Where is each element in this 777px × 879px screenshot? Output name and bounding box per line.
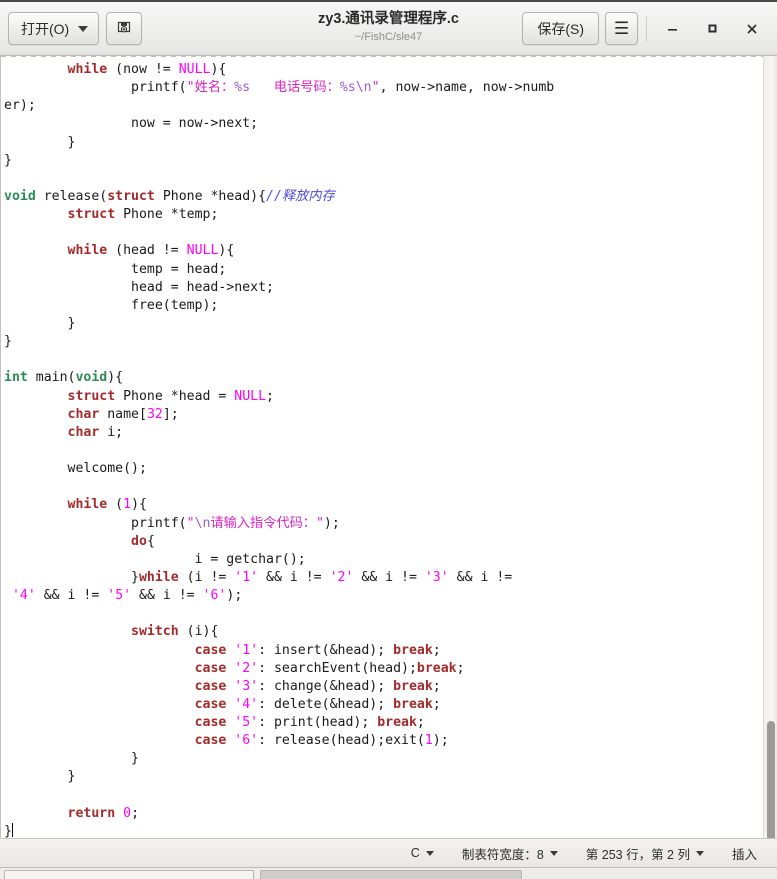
tab-width-label: 制表符宽度：8 xyxy=(461,847,544,862)
open-button[interactable]: 打开(O) xyxy=(8,12,100,45)
desktop-taskbar xyxy=(0,867,777,879)
close-button[interactable] xyxy=(735,12,769,46)
code-line: '4' && i != '5' && i != '6'); xyxy=(11,588,243,604)
code-line: struct Phone *head = NULL; xyxy=(67,388,274,404)
code-line: do{ xyxy=(131,533,155,549)
code-line: switch (i){ xyxy=(131,624,219,640)
code-line: now = now->next; xyxy=(4,116,259,132)
page-title: zy3.通讯录管理程序.c xyxy=(318,11,459,28)
code-line: head = head->next; xyxy=(4,279,274,295)
code-line: return 0; xyxy=(67,805,140,821)
code-line: case '3': change(&head); break; xyxy=(194,678,441,694)
language-selector[interactable]: C xyxy=(397,846,448,860)
taskbar-window-button[interactable] xyxy=(4,870,254,879)
code-line: i = getchar(); xyxy=(4,551,306,567)
language-label: C xyxy=(410,846,420,860)
status-bar: C 制表符宽度：8 第 253 行，第 2 列 插入 xyxy=(0,838,777,867)
cursor-position-selector[interactable]: 第 253 行，第 2 列 xyxy=(572,844,718,863)
open-button-label: 打开(O) xyxy=(21,20,70,37)
code-line: } xyxy=(4,152,12,168)
editor-area[interactable]: while (now != NULL){ printf("姓名：%s 电话号码：… xyxy=(0,56,777,838)
page-subtitle: ~/FishC/sle47 xyxy=(354,31,423,44)
save-as-icon xyxy=(116,19,132,38)
code-line: }while (i != '1' && i != '2' && i != '3'… xyxy=(4,569,513,585)
hamburger-menu-button[interactable]: ☰ xyxy=(605,12,638,45)
insert-mode-indicator: 插入 xyxy=(718,844,771,863)
code-line: int main(void){ xyxy=(4,370,124,386)
chevron-down-icon xyxy=(425,850,434,856)
save-button-label: 保存(S) xyxy=(537,20,584,37)
minimize-icon xyxy=(666,22,679,35)
vertical-scrollbar-thumb[interactable] xyxy=(767,721,775,838)
cursor-position-label: 第 253 行，第 2 列 xyxy=(585,847,690,862)
maximize-button[interactable] xyxy=(695,12,729,46)
insert-mode-label: 插入 xyxy=(731,847,757,862)
code-line: while (now != NULL){ xyxy=(67,62,227,77)
code-line: } xyxy=(4,769,76,785)
code-line: while (head != NULL){ xyxy=(67,243,235,259)
maximize-icon xyxy=(706,22,719,35)
code-line: } xyxy=(4,822,13,838)
text-cursor xyxy=(11,822,13,837)
code-line: void release(struct Phone *head){//释放内存 xyxy=(4,188,335,204)
header-separator xyxy=(646,15,647,42)
code-line: } xyxy=(4,334,12,350)
code-line: welcome(); xyxy=(4,461,147,477)
code-line: } xyxy=(4,751,139,767)
save-as-button[interactable] xyxy=(106,12,143,45)
code-line: case '6': release(head);exit(1); xyxy=(194,733,449,749)
header-left-controls: 打开(O) xyxy=(8,12,143,45)
code-line: printf("\n请输入指令代码："); xyxy=(4,515,340,531)
code-line: char name[32]; xyxy=(67,406,179,422)
code-line: char i; xyxy=(67,424,124,440)
header-right-controls: 保存(S) ☰ xyxy=(522,12,769,46)
tab-width-selector[interactable]: 制表符宽度：8 xyxy=(448,844,572,863)
gedit-window: 打开(O) zy3.通讯录管理程序.c ~/FishC/sle47 保存(S) … xyxy=(0,0,777,879)
code-line: case '4': delete(&head); break; xyxy=(194,696,441,712)
header-bar: 打开(O) zy3.通讯录管理程序.c ~/FishC/sle47 保存(S) … xyxy=(0,0,777,56)
code-line: case '1': insert(&head); break; xyxy=(194,642,441,658)
code-line: free(temp); xyxy=(4,297,219,313)
code-line: case '2': searchEvent(head);break; xyxy=(194,660,465,676)
chevron-down-icon xyxy=(549,850,558,856)
taskbar-window-button[interactable] xyxy=(260,870,522,879)
code-line: case '5': print(head); break; xyxy=(194,715,425,731)
code-line: } xyxy=(4,315,76,331)
code-line: while (1){ xyxy=(67,497,147,513)
minimize-button[interactable] xyxy=(655,12,689,46)
code-line: } xyxy=(4,134,76,150)
save-button[interactable]: 保存(S) xyxy=(522,12,599,45)
close-icon xyxy=(745,22,759,36)
code-line: er); xyxy=(4,98,36,114)
scroll-cut-indicator xyxy=(1,56,763,57)
source-code-view[interactable]: while (now != NULL){ printf("姓名：%s 电话号码：… xyxy=(1,56,777,838)
hamburger-icon: ☰ xyxy=(613,18,630,38)
code-line: temp = head; xyxy=(4,261,227,277)
chevron-down-icon xyxy=(695,850,704,856)
chevron-down-icon xyxy=(78,25,89,32)
code-line: printf("姓名：%s 电话号码：%s\n", now->name, now… xyxy=(4,80,555,96)
code-line: struct Phone *temp; xyxy=(67,207,219,223)
vertical-scrollbar[interactable] xyxy=(763,56,777,838)
